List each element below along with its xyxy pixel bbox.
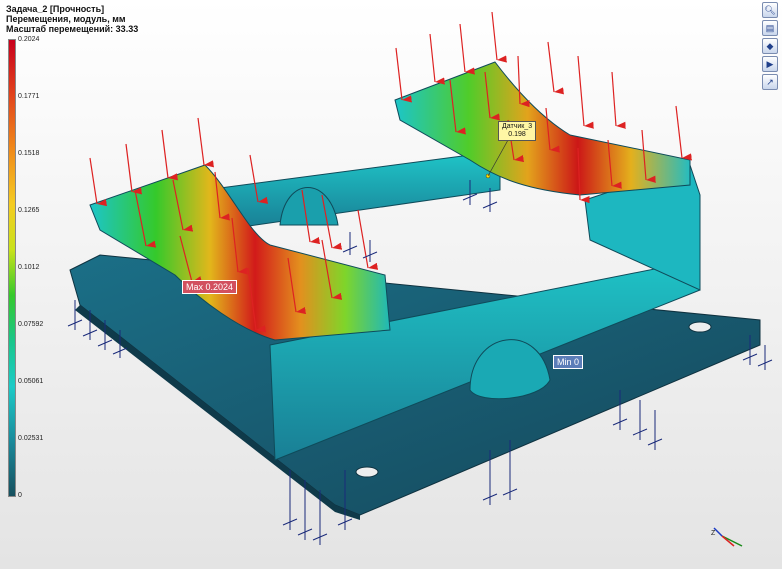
legend-label: 0.1771 <box>18 93 40 100</box>
view-cube-icon: ◆ <box>766 40 774 51</box>
legend-label: 0.1265 <box>18 207 40 214</box>
sensor-value: 0.198 <box>508 131 526 138</box>
result-type: Перемещения, модуль, мм <box>6 14 126 24</box>
min-value-label: Min 0 <box>553 355 584 369</box>
legend-label: 0.1518 <box>18 150 40 157</box>
sensor-name: Датчик_3 <box>502 123 533 130</box>
3d-viewport[interactable] <box>0 0 782 569</box>
view-button[interactable]: ▶ <box>762 56 778 72</box>
zoom-icon: 🔍︎ <box>764 4 776 15</box>
export-image-icon: ↗ <box>766 76 774 87</box>
max-value-label: Max 0.2024 <box>182 280 238 294</box>
layers-icon: ▤ <box>765 22 775 33</box>
axis-triad <box>713 527 743 547</box>
legend-label: 0.2024 <box>18 36 40 43</box>
zoom-button[interactable]: 🔍︎ <box>762 2 778 18</box>
legend-label: 0.02531 <box>18 435 44 442</box>
axis-z-label: Z <box>711 530 716 537</box>
task-title: Задача_2 [Прочность] <box>6 4 105 14</box>
export-image-button[interactable]: ↗ <box>762 74 778 90</box>
view-toolbar: 🔍︎ ▤ ◆ ▶ ↗ <box>762 2 778 92</box>
back-rail <box>204 154 501 229</box>
result-header: Задача_2 [Прочность] Перемещения, модуль… <box>6 4 138 34</box>
bolt-hole-front <box>355 466 379 478</box>
sensor-callout[interactable]: Датчик_3 0.198 <box>498 121 537 141</box>
layers-button[interactable]: ▤ <box>762 20 778 36</box>
legend-label: 0 <box>18 492 22 499</box>
legend-label: 0.1012 <box>18 264 40 271</box>
view-cube-button[interactable]: ◆ <box>762 38 778 54</box>
bolt-hole-right <box>688 321 712 333</box>
legend-label: 0.05061 <box>18 378 44 385</box>
view-icon: ▶ <box>766 58 774 69</box>
legend-label: 0.07592 <box>18 321 44 328</box>
color-legend-bar <box>8 39 16 497</box>
displacement-scale: Масштаб перемещений: 33.33 <box>6 24 139 34</box>
